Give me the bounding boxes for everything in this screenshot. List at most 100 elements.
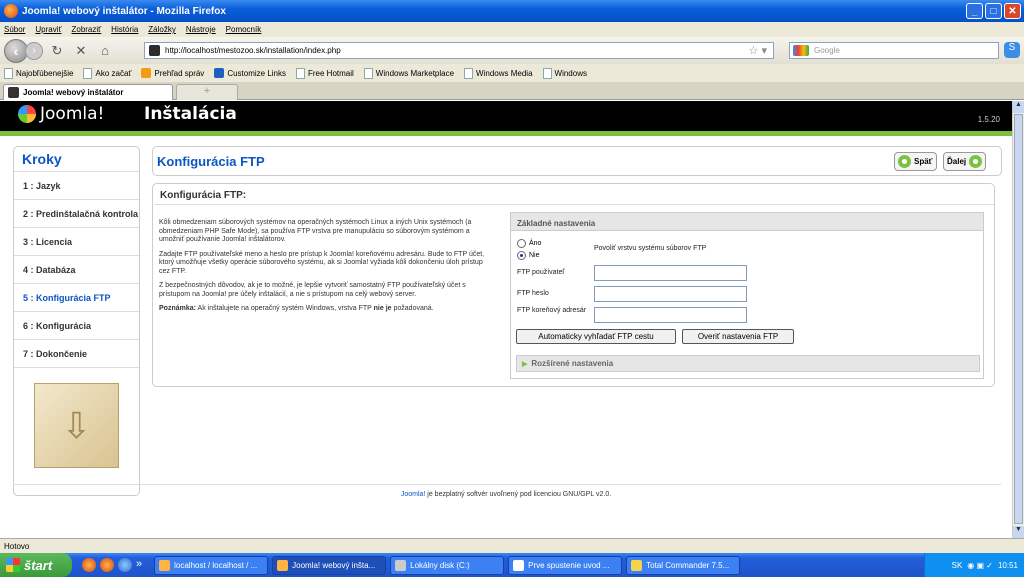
taskbar-item-phpmyadmin[interactable]: localhost / localhost / ...	[154, 555, 269, 575]
quick-launch: »	[82, 558, 142, 572]
scroll-up-icon[interactable]: ▲	[1013, 101, 1024, 113]
radio-yes[interactable]: Áno	[517, 239, 541, 248]
scroll-down-icon[interactable]: ▼	[1013, 526, 1024, 538]
taskbar-item-total-commander[interactable]: Total Commander 7.5...	[626, 555, 741, 575]
ftp-password-field[interactable]	[594, 286, 747, 302]
bookmark-label: Ako začať	[95, 68, 132, 78]
ftp-user-field[interactable]	[594, 265, 747, 281]
radio-yes-label: Áno	[529, 240, 542, 247]
menu-view[interactable]: Zobraziť	[71, 25, 101, 34]
taskbar-item-joomla[interactable]: Joomla! webový inšta...	[272, 555, 387, 575]
menu-history[interactable]: História	[111, 25, 138, 34]
drive-icon	[395, 559, 407, 571]
rss-icon	[141, 68, 152, 78]
bookmark-most-visited[interactable]: Najobľúbenejšie	[4, 67, 74, 79]
bookmark-label: Windows Media	[476, 68, 533, 78]
search-placeholder: Google	[814, 46, 840, 55]
step-database: 4 : Databáza	[14, 256, 139, 284]
next-step-button[interactable]: Ďalej	[943, 152, 987, 171]
joomla-link[interactable]: Joomla!	[401, 491, 426, 498]
step-finish: 7 : Dokončenie	[14, 340, 139, 368]
vertical-scrollbar[interactable]: ▲ ▼	[1012, 101, 1024, 538]
menu-tools[interactable]: Nástroje	[186, 25, 216, 34]
verify-ftp-button[interactable]: Overiť nastavenia FTP	[682, 329, 794, 344]
menu-help[interactable]: Pomocník	[226, 25, 262, 34]
bookmark-label: Customize Links	[227, 68, 286, 78]
enable-ftp-label: Povoliť vrstvu systému súborov FTP	[594, 245, 707, 252]
tray-icons[interactable]: ◉ ▣ ✓	[967, 561, 993, 570]
bookmark-star-icon[interactable]: ☆ ▾	[749, 44, 767, 57]
bookmark-label: Najobľúbenejšie	[16, 68, 74, 78]
bookmark-getting-started[interactable]: Ako začať	[83, 67, 132, 79]
bookmark-media[interactable]: Windows Media	[464, 67, 533, 79]
search-box[interactable]: Google ⌕	[789, 42, 1014, 59]
forward-button[interactable]: ›	[25, 41, 43, 60]
taskbar-item-document[interactable]: Prve spustenie uvod ...	[508, 555, 623, 575]
scroll-thumb[interactable]	[1014, 114, 1023, 524]
clock: 10:51	[997, 560, 1018, 570]
task-label: localhost / localhost / ...	[174, 560, 258, 570]
advanced-label: Rozšírené nastavenia	[531, 359, 614, 368]
step-license: 3 : Licencia	[14, 228, 139, 256]
menu-edit[interactable]: Upraviť	[35, 25, 61, 34]
google-icon[interactable]	[793, 45, 809, 56]
task-label: Joomla! webový inšta...	[292, 560, 376, 570]
start-label: štart	[24, 557, 53, 573]
bookmark-label: Windows Marketplace	[375, 68, 455, 78]
footer-text: je bezplatný softvér uvoľnený pod licenc…	[425, 491, 612, 498]
stop-icon[interactable]: ✕	[71, 42, 91, 60]
more-chevron-icon[interactable]: »	[136, 558, 142, 572]
basic-settings: Základné nastavenia Áno Nie Povoliť vrst…	[510, 212, 984, 379]
autodetect-ftp-button[interactable]: Automaticky vyhľadať FTP cestu	[516, 329, 676, 344]
page-icon	[83, 67, 93, 79]
menu-bookmarks[interactable]: Záložky	[148, 25, 176, 34]
home-icon[interactable]: ⌂	[95, 42, 115, 60]
addon-icon[interactable]: S	[1004, 42, 1020, 58]
msn-icon	[214, 68, 225, 78]
radio-no[interactable]: Nie	[517, 251, 540, 260]
system-tray: SK ◉ ▣ ✓ 10:51	[924, 553, 1024, 577]
bookmark-windows[interactable]: Windows	[542, 67, 587, 79]
desc-paragraph-1: Kôli obmedzeniam súborových systémov na …	[159, 219, 472, 243]
start-button[interactable]: štart	[0, 553, 72, 577]
radio-no-circle[interactable]	[517, 251, 526, 260]
desc-note: Poznámka: Ak inštalujete na operačný sys…	[159, 305, 494, 314]
bookmark-label: Free Hotmail	[308, 68, 354, 78]
maximize-button[interactable]: □	[985, 3, 1002, 19]
bookmark-marketplace[interactable]: Windows Marketplace	[363, 67, 455, 79]
ie-quicklaunch-icon[interactable]	[118, 558, 132, 572]
advanced-settings-toggle[interactable]: ▶ Rozšírené nastavenia	[516, 355, 980, 372]
address-bar[interactable]: http://localhost/mestozoo.sk/installatio…	[144, 42, 774, 59]
language-indicator[interactable]: SK	[952, 561, 963, 570]
menu-file[interactable]: Súbor	[4, 25, 25, 34]
tab-joomla-installer[interactable]: Joomla! webový inštalátor	[3, 84, 173, 100]
page-content: Joomla! Inštalácia 1.5.20 Kroky 1 : Jazy…	[0, 101, 1012, 538]
radio-yes-circle[interactable]	[517, 239, 526, 248]
firefox-quicklaunch-icon[interactable]	[82, 558, 96, 572]
next-arrow-icon	[969, 155, 983, 168]
bookmark-news[interactable]: Prehľad správ	[141, 68, 204, 78]
panel-title: Konfigurácia FTP:	[160, 190, 247, 201]
taskbar-item-local-disk[interactable]: Lokálny disk (C:)	[390, 555, 505, 575]
menu-bar: Súbor Upraviť Zobraziť História Záložky …	[0, 22, 1024, 37]
desc-paragraph-2: Zadajte FTP používateľské meno a heslo p…	[159, 250, 485, 275]
window-title: Joomla! webový inštalátor - Mozilla Fire…	[22, 5, 226, 17]
main-header: Konfigurácia FTP Späť Ďalej	[152, 146, 1002, 176]
page-icon	[542, 67, 552, 79]
status-text: Hotovo	[4, 542, 30, 551]
new-tab-button[interactable]: +	[176, 84, 238, 100]
basic-settings-legend: Základné nastavenia	[511, 213, 983, 231]
close-button[interactable]: ✕	[1004, 3, 1021, 19]
minimize-button[interactable]: _	[966, 3, 983, 19]
ftp-root-field[interactable]	[594, 307, 747, 323]
ftp-description: Kôli obmedzeniam súborových systémov na …	[159, 219, 494, 320]
page-icon	[464, 67, 474, 79]
bookmark-customize-links[interactable]: Customize Links	[214, 68, 286, 78]
firefox-quicklaunch-icon-2[interactable]	[100, 558, 114, 572]
bookmark-label: Prehľad správ	[154, 68, 205, 78]
steps-sidebar: Kroky 1 : Jazyk 2 : Predinštalačná kontr…	[13, 146, 140, 496]
back-step-button[interactable]: Späť	[894, 152, 937, 171]
reload-icon[interactable]: ↻	[47, 42, 67, 60]
tab-label: Joomla! webový inštalátor	[23, 88, 124, 97]
bookmark-hotmail[interactable]: Free Hotmail	[296, 67, 354, 79]
